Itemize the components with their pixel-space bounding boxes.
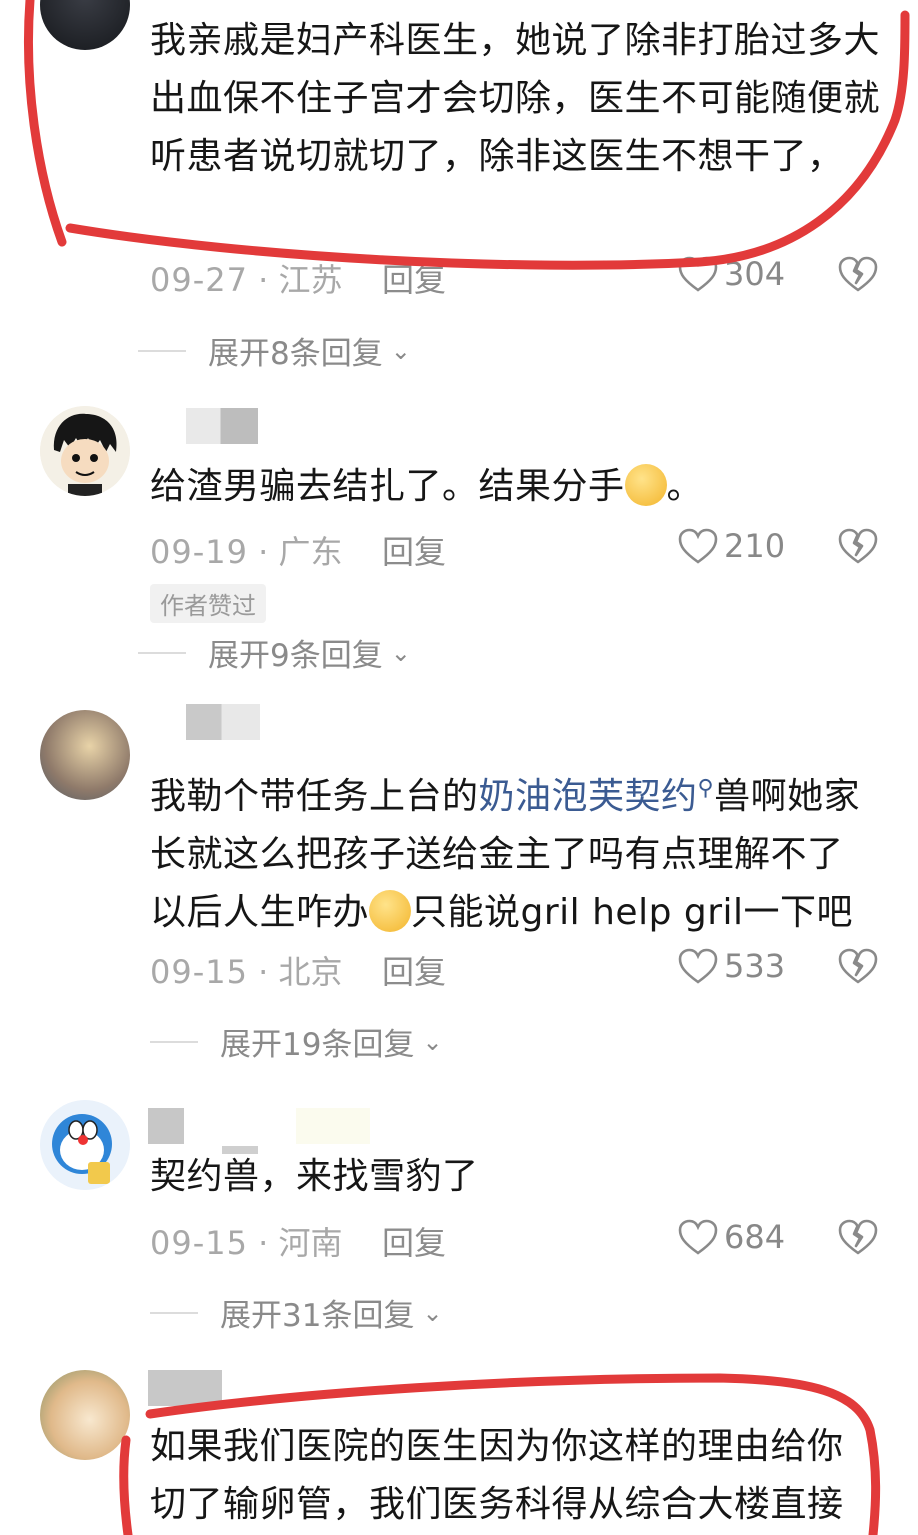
- divider-line: [138, 349, 186, 352]
- comment-meta: 09-19 · 广东: [150, 527, 343, 573]
- comment-date: 09-15: [150, 953, 248, 991]
- expand-label: 展开9条回复: [208, 638, 383, 674]
- avatar[interactable]: [40, 710, 130, 800]
- like-count: 304: [724, 255, 786, 293]
- reply-button[interactable]: 回复: [382, 255, 446, 301]
- comment-line: 如果我们医院的医生因为你这样的理由给你: [150, 1426, 844, 1467]
- comment-text-part: 我勒个带任务上台的: [150, 776, 479, 817]
- search-icon[interactable]: ⚲: [698, 776, 715, 801]
- comment-meta: 09-15 · 北京: [150, 947, 343, 993]
- meta-separator: ·: [247, 261, 279, 299]
- dislike-button[interactable]: [838, 256, 878, 296]
- username-redacted[interactable]: [186, 408, 258, 444]
- comment-text-part: 。: [666, 466, 704, 507]
- reply-button[interactable]: 回复: [382, 1218, 446, 1264]
- comment-line: 切了输卵管，我们医务科得从综合大楼直接: [150, 1484, 844, 1525]
- doraemon-avatar-icon: [40, 1100, 130, 1190]
- heart-icon: [678, 948, 718, 984]
- expand-label: 展开31条回复: [220, 1298, 415, 1334]
- comment-meta: 09-15 · 河南: [150, 1218, 343, 1264]
- comment-text: 我亲戚是妇产科医生，她说了除非打胎过多大出血保不住子宫才会切除，医生不可能随便就…: [150, 20, 881, 177]
- comment-text-part: 只能说gril help gril一下吧: [411, 892, 854, 933]
- dislike-button[interactable]: [838, 1219, 878, 1259]
- expand-label: 展开19条回复: [220, 1027, 415, 1063]
- comment-region: 江苏: [278, 261, 343, 299]
- grinning-sweat-emoji: [369, 890, 412, 932]
- comment-region: 广东: [278, 533, 343, 571]
- avatar[interactable]: [40, 406, 130, 496]
- facepalm-emoji: [624, 464, 667, 506]
- expand-label: 展开8条回复: [208, 336, 383, 372]
- comment-text: 如果我们医院的医生因为你这样的理由给你 切了输卵管，我们医务科得从综合大楼直接: [150, 1418, 880, 1534]
- divider-line: [138, 651, 186, 654]
- expand-replies-button[interactable]: 展开9条回复 ⌄: [138, 630, 411, 675]
- like-button[interactable]: 210: [678, 527, 785, 565]
- expand-replies-button[interactable]: 展开8条回复 ⌄: [138, 328, 411, 373]
- reply-button[interactable]: 回复: [382, 947, 446, 993]
- comment-text-part: 以后人生咋办: [150, 892, 370, 933]
- comment-region: 北京: [278, 953, 343, 991]
- meta-separator: ·: [247, 953, 279, 991]
- comment-date: 09-27: [150, 261, 248, 299]
- comment-line: 长就这么把孩子送给金主了吗有点理解不了: [150, 834, 844, 875]
- username-redacted: [296, 1108, 370, 1144]
- comment-date: 09-15: [150, 1224, 248, 1262]
- like-button[interactable]: 304: [678, 255, 785, 293]
- broken-heart-icon: [838, 948, 878, 984]
- like-count: 533: [724, 947, 786, 985]
- comment-meta: 09-27 · 江苏: [150, 255, 343, 301]
- avatar[interactable]: [40, 1370, 130, 1460]
- comment-text-part: 给渣男骗去结扎了。结果分手: [150, 466, 625, 507]
- meta-separator: ·: [247, 533, 279, 571]
- cartoon-avatar-icon: [40, 406, 130, 496]
- like-button[interactable]: 684: [678, 1218, 785, 1256]
- username-redacted[interactable]: [148, 1108, 184, 1144]
- comment-text-part: 兽啊她家: [714, 776, 861, 817]
- chevron-down-icon: ⌄: [422, 1298, 443, 1327]
- expand-replies-button[interactable]: 展开19条回复 ⌄: [150, 1019, 443, 1064]
- chevron-down-icon: ⌄: [390, 336, 411, 365]
- broken-heart-icon: [838, 256, 878, 292]
- divider-line: [150, 1040, 198, 1043]
- avatar[interactable]: [40, 0, 130, 50]
- search-link[interactable]: 奶油泡芙契约: [479, 776, 698, 817]
- comment-text: 给渣男骗去结扎了。结果分手。: [150, 458, 880, 516]
- like-button[interactable]: 533: [678, 947, 785, 985]
- broken-heart-icon: [838, 528, 878, 564]
- comment-text: 契约兽，来找雪豹了: [150, 1156, 479, 1197]
- heart-icon: [678, 528, 718, 564]
- comment-line: 我勒个带任务上台的奶油泡芙契约⚲兽啊她家: [150, 760, 880, 826]
- avatar[interactable]: [40, 1100, 130, 1190]
- broken-heart-icon: [838, 1219, 878, 1255]
- username-redacted[interactable]: [186, 704, 260, 740]
- heart-icon: [678, 1219, 718, 1255]
- comment-line: 以后人生咋办 只能说gril help gril一下吧: [150, 884, 880, 942]
- dislike-button[interactable]: [838, 948, 878, 988]
- heart-icon: [678, 256, 718, 292]
- like-count: 684: [724, 1218, 786, 1256]
- chevron-down-icon: ⌄: [422, 1027, 443, 1056]
- author-liked-badge: 作者赞过: [150, 584, 266, 623]
- username-redacted[interactable]: [148, 1370, 222, 1406]
- comment-date: 09-19: [150, 533, 248, 571]
- dislike-button[interactable]: [838, 528, 878, 568]
- meta-separator: ·: [247, 1224, 279, 1262]
- like-count: 210: [724, 527, 786, 565]
- comment-text: 我勒个带任务上台的奶油泡芙契约⚲兽啊她家 长就这么把孩子送给金主了吗有点理解不了…: [150, 760, 880, 942]
- comment-region: 河南: [278, 1224, 343, 1262]
- expand-replies-button[interactable]: 展开31条回复 ⌄: [150, 1290, 443, 1335]
- divider-line: [150, 1311, 198, 1314]
- chevron-down-icon: ⌄: [390, 638, 411, 667]
- reply-button[interactable]: 回复: [382, 527, 446, 573]
